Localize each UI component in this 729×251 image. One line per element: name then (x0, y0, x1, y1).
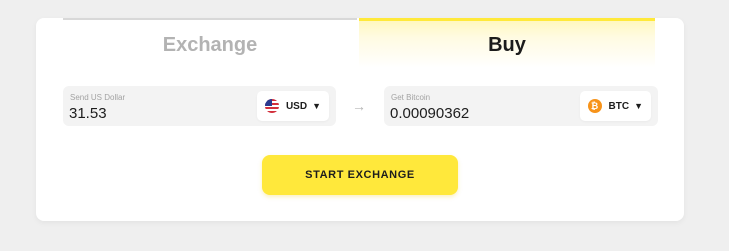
get-currency-code: BTC (608, 100, 630, 112)
bitcoin-icon: ₿ (587, 99, 602, 113)
get-amount-field: Get Bitcoin ₿ BTC ▼ (384, 86, 658, 126)
get-currency-select[interactable]: ₿ BTC ▼ (579, 91, 651, 121)
tab-exchange[interactable]: Exchange (63, 18, 357, 68)
chevron-down-icon: ▼ (312, 101, 321, 111)
send-currency-select[interactable]: USD ▼ (256, 91, 329, 121)
send-currency-code: USD (285, 100, 308, 112)
send-amount-label: Send US Dollar (70, 93, 126, 102)
tab-buy[interactable]: Buy (359, 18, 655, 68)
tab-exchange-label: Exchange (162, 33, 258, 56)
send-amount-input[interactable] (69, 104, 249, 122)
get-amount-label: Get Bitcoin (391, 93, 431, 102)
exchange-card: Exchange Buy Send US Dollar USD ▼ → Get (36, 18, 684, 221)
get-amount-input[interactable] (390, 104, 570, 122)
arrow-right-icon: → (352, 98, 366, 114)
chevron-down-icon: ▼ (634, 101, 643, 111)
tab-buy-label: Buy (488, 34, 526, 56)
send-amount-field: Send US Dollar USD ▼ (63, 86, 336, 126)
start-exchange-button[interactable]: START EXCHANGE (262, 155, 458, 195)
us-flag-icon (264, 99, 279, 113)
